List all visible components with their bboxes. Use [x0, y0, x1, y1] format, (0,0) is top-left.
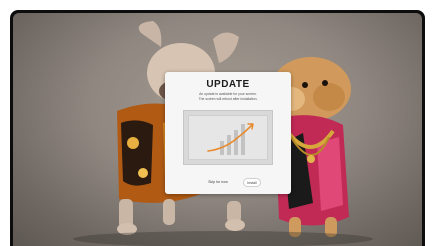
skip-button[interactable]: Skip for now: [197, 178, 239, 187]
install-button[interactable]: Install: [243, 178, 261, 187]
growth-chart-icon: [207, 123, 254, 155]
dialog-description-line2: The screen will reboot after installatio…: [198, 96, 258, 101]
illustration-bar-3: [234, 130, 238, 155]
update-dialog: UPDATE An update is available for your s…: [165, 72, 291, 194]
wallpaper-photo: UPDATE An update is available for your s…: [13, 13, 422, 246]
dialog-title: UPDATE: [206, 79, 250, 90]
dialog-description-line1: An update is available for your screen.: [199, 92, 257, 96]
screen-bezel: UPDATE An update is available for your s…: [10, 10, 425, 246]
illustration-bar-4: [241, 124, 245, 155]
device-frame: UPDATE An update is available for your s…: [0, 0, 435, 246]
update-illustration: [183, 110, 273, 165]
